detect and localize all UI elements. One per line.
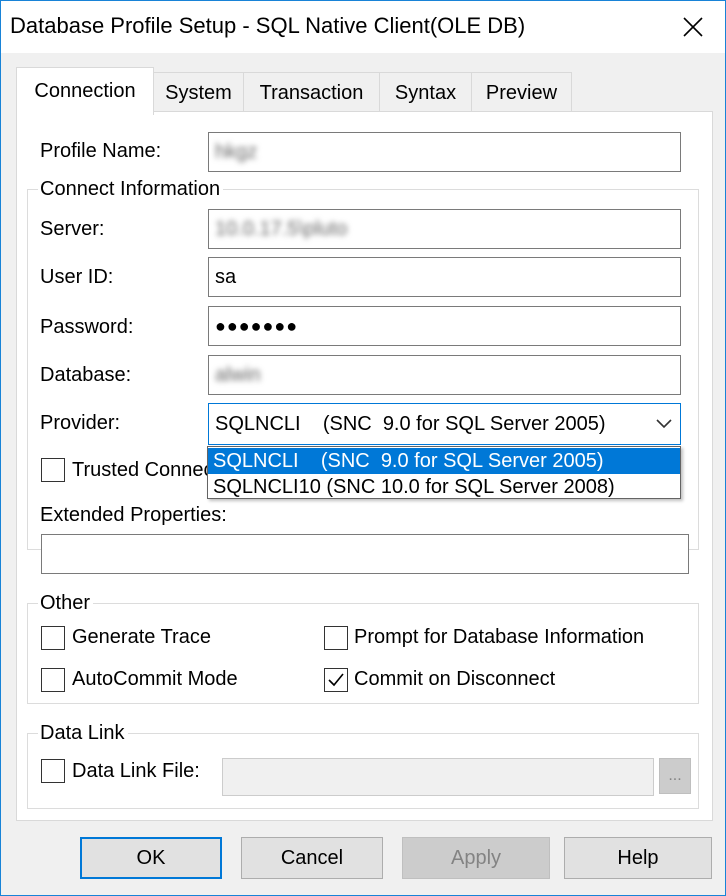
ok-button[interactable]: OK xyxy=(80,837,222,879)
tab-connection[interactable]: Connection xyxy=(16,67,154,115)
autocommit-mode-label: AutoCommit Mode xyxy=(72,668,238,690)
server-label: Server: xyxy=(40,218,105,240)
password-label: Password: xyxy=(40,316,134,338)
user-id-label: User ID: xyxy=(40,266,114,288)
checkmark-icon xyxy=(328,673,344,687)
server-input[interactable]: 10.0.17.5\pluto xyxy=(208,209,681,249)
data-link-group-label: Data Link xyxy=(38,722,128,745)
extended-properties-input[interactable] xyxy=(41,534,689,574)
generate-trace-label: Generate Trace xyxy=(72,626,211,648)
tab-system[interactable]: System xyxy=(153,72,244,114)
provider-dropdown-list: SQLNCLI (SNC 9.0 for SQL Server 2005) SQ… xyxy=(207,446,681,499)
autocommit-mode-checkbox[interactable] xyxy=(41,668,65,692)
data-link-file-label: Data Link File: xyxy=(72,760,200,782)
server-value: 10.0.17.5\pluto xyxy=(215,217,348,240)
database-input[interactable]: alwin xyxy=(208,355,681,395)
help-button[interactable]: Help xyxy=(564,837,712,879)
profile-name-input[interactable]: hkgz xyxy=(208,132,681,172)
commit-on-disconnect-checkbox[interactable] xyxy=(324,668,348,692)
password-input[interactable]: ●●●●●●● xyxy=(208,306,681,346)
profile-name-label: Profile Name: xyxy=(40,140,162,162)
commit-on-disconnect-label: Commit on Disconnect xyxy=(354,668,556,690)
provider-label: Provider: xyxy=(40,412,121,434)
user-id-input[interactable]: sa xyxy=(208,257,681,297)
profile-name-value: hkgz xyxy=(215,140,258,163)
database-label: Database: xyxy=(40,364,132,386)
window-title: Database Profile Setup - SQL Native Clie… xyxy=(10,13,526,38)
connect-information-label: Connect Information xyxy=(38,178,224,201)
provider-option-sqlncli10[interactable]: SQLNCLI10 (SNC 10.0 for SQL Server 2008) xyxy=(208,474,680,500)
data-link-file-checkbox[interactable] xyxy=(41,759,65,783)
trusted-connection-checkbox[interactable] xyxy=(41,458,65,482)
other-group-label: Other xyxy=(38,592,94,615)
tab-syntax[interactable]: Syntax xyxy=(379,72,472,114)
chevron-down-icon[interactable] xyxy=(654,414,674,434)
prompt-database-info-checkbox[interactable] xyxy=(324,626,348,650)
provider-option-sqlncli[interactable]: SQLNCLI (SNC 9.0 for SQL Server 2005) xyxy=(208,448,680,474)
generate-trace-checkbox[interactable] xyxy=(41,626,65,650)
dialog-window: Database Profile Setup - SQL Native Clie… xyxy=(0,0,726,896)
trusted-connection-label: Trusted Connection xyxy=(72,459,210,481)
prompt-database-info-label: Prompt for Database Information xyxy=(354,626,645,648)
tab-transaction[interactable]: Transaction xyxy=(243,72,380,114)
extended-properties-label: Extended Properties: xyxy=(40,504,227,526)
close-button[interactable] xyxy=(661,1,725,53)
cancel-button[interactable]: Cancel xyxy=(241,837,383,879)
tab-preview[interactable]: Preview xyxy=(471,72,572,114)
title-bar[interactable]: Database Profile Setup - SQL Native Clie… xyxy=(1,1,725,53)
provider-selected-value: SQLNCLI (SNC 9.0 for SQL Server 2005) xyxy=(215,412,606,435)
data-link-file-input[interactable] xyxy=(222,758,654,796)
browse-data-link-button[interactable]: ... xyxy=(659,758,691,794)
database-value: alwin xyxy=(215,363,261,386)
close-icon xyxy=(683,17,703,37)
provider-select[interactable]: SQLNCLI (SNC 9.0 for SQL Server 2005) xyxy=(208,403,681,445)
apply-button[interactable]: Apply xyxy=(402,837,550,879)
